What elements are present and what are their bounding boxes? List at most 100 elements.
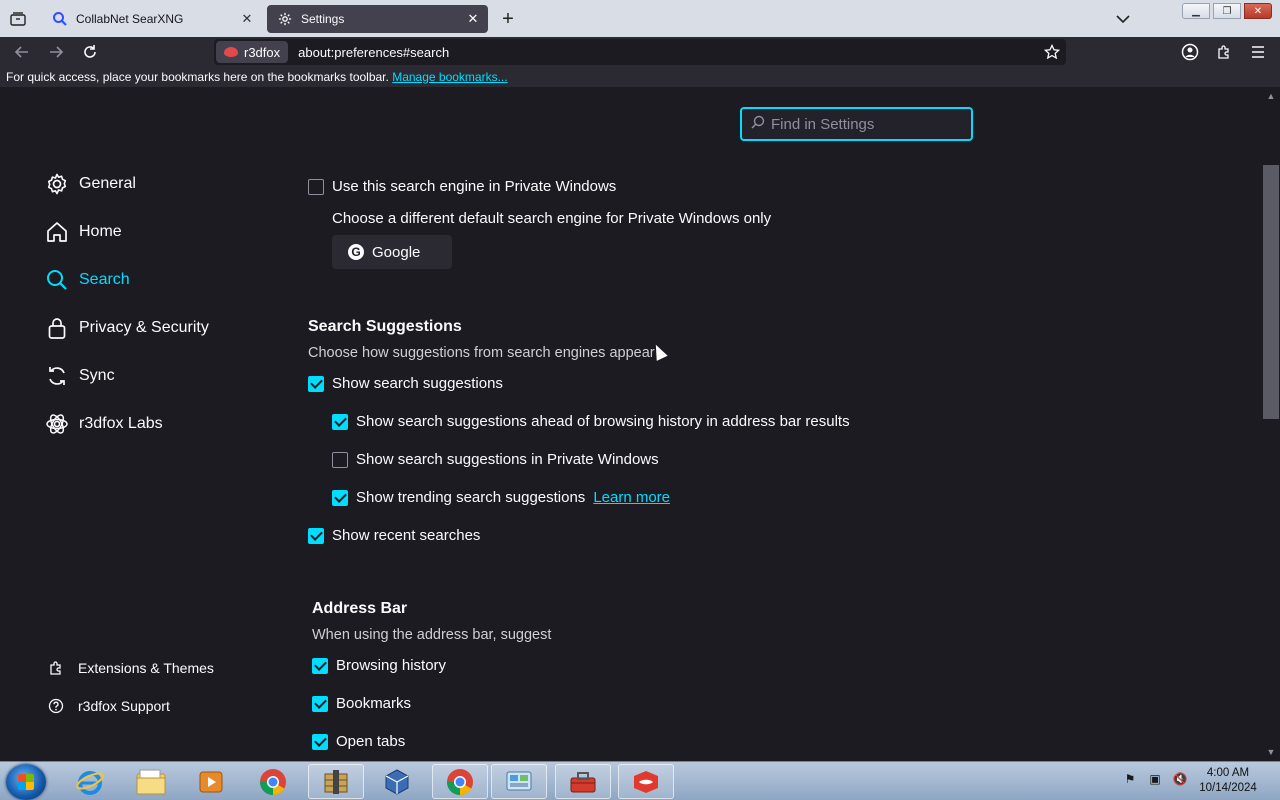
r3dfox-icon [634, 770, 658, 793]
open-tabs-label: Open tabs [336, 733, 406, 750]
taskbar-toolbox[interactable] [555, 764, 611, 799]
list-all-tabs-button[interactable] [1112, 8, 1134, 30]
suggestions-ahead-option[interactable]: Show search suggestions ahead of browsin… [332, 413, 850, 430]
category-labs[interactable]: r3dfox Labs [44, 406, 163, 442]
taskbar-control-panel[interactable] [491, 764, 547, 799]
show-suggestions-option[interactable]: Show search suggestions [308, 375, 503, 392]
taskbar-virtualbox[interactable] [369, 764, 425, 799]
close-window-button[interactable]: ✕ [1244, 3, 1272, 19]
identity-box[interactable]: r3dfox [216, 41, 289, 63]
manage-bookmarks-link[interactable]: Manage bookmarks... [392, 70, 507, 84]
network-icon[interactable]: ▣ [1146, 770, 1164, 788]
engine-name: Google [372, 243, 421, 261]
extensions-button[interactable] [1212, 40, 1236, 64]
start-button[interactable] [6, 764, 46, 800]
private-engine-description: Choose a different default search engine… [332, 210, 772, 227]
taskbar-chrome-window[interactable] [432, 764, 488, 799]
system-clock[interactable]: 4:00 AM 10/14/2024 [1196, 766, 1260, 796]
category-sync[interactable]: Sync [44, 358, 115, 394]
url-text[interactable]: about:preferences#search [298, 45, 449, 60]
taskbar-internet-explorer[interactable] [62, 764, 118, 799]
action-center-flag-icon[interactable]: ⚑ [1121, 770, 1139, 788]
settings-page: General Home Search Privacy & Security S… [0, 87, 1280, 761]
open-tabs-option[interactable]: Open tabs [312, 733, 405, 750]
private-engine-checkbox[interactable] [308, 178, 324, 195]
bookmarks-option[interactable]: Bookmarks [312, 695, 411, 712]
toolbox-icon [570, 771, 596, 792]
taskbar-file-explorer[interactable] [123, 764, 179, 799]
gear-icon [277, 11, 293, 27]
virtualbox-icon [385, 768, 409, 795]
browsing-history-option[interactable]: Browsing history [312, 657, 446, 674]
puzzle-icon [46, 658, 66, 678]
tab-searxng[interactable]: CollabNet SearXNG ✕ [42, 5, 262, 33]
tab-list-button[interactable] [6, 8, 30, 30]
find-in-settings[interactable] [740, 107, 973, 141]
scroll-up-icon[interactable]: ▲ [1266, 91, 1276, 101]
archive-icon [324, 769, 348, 794]
taskbar-archive[interactable] [308, 764, 364, 799]
close-icon[interactable]: ✕ [236, 8, 258, 30]
bookmarks-label: Bookmarks [336, 695, 412, 712]
recent-searches-option[interactable]: Show recent searches [308, 527, 480, 544]
taskbar-r3dfox[interactable] [618, 764, 674, 799]
account-button[interactable] [1178, 40, 1202, 64]
category-search[interactable]: Search [44, 262, 130, 298]
browsing-history-checkbox[interactable] [312, 657, 328, 674]
trending-suggestions-label: Show trending search suggestions [356, 489, 586, 506]
suggestions-ahead-checkbox[interactable] [332, 413, 348, 430]
new-tab-button[interactable]: + [497, 8, 519, 30]
close-icon[interactable]: ✕ [462, 8, 484, 30]
home-icon [44, 219, 70, 245]
extensions-themes-link[interactable]: Extensions & Themes [46, 656, 214, 680]
taskbar-chrome[interactable] [245, 764, 301, 799]
learn-more-link[interactable]: Learn more [593, 489, 670, 506]
open-tabs-checkbox[interactable] [312, 733, 328, 750]
tab-settings[interactable]: Settings ✕ [267, 5, 488, 33]
show-suggestions-checkbox[interactable] [308, 375, 324, 392]
chevron-down-icon [1116, 15, 1130, 24]
reload-button[interactable] [78, 40, 102, 64]
clock-time: 4:00 AM [1206, 767, 1250, 779]
suggestions-private-option[interactable]: Show search suggestions in Private Windo… [332, 451, 659, 468]
find-in-settings-input[interactable] [771, 115, 961, 133]
file-explorer-icon [136, 769, 166, 794]
address-bar-heading: Address Bar [312, 600, 408, 617]
scroll-down-icon[interactable]: ▼ [1266, 747, 1276, 757]
minimize-button[interactable]: ▁ [1182, 3, 1210, 19]
category-home[interactable]: Home [44, 214, 122, 250]
category-label: r3dfox Labs [79, 415, 163, 432]
category-general[interactable]: General [44, 166, 136, 202]
restore-button[interactable]: ❐ [1213, 3, 1241, 19]
url-bar[interactable]: r3dfox about:preferences#search [214, 39, 1066, 65]
recent-searches-label: Show recent searches [332, 527, 481, 544]
scroll-thumb[interactable] [1263, 165, 1279, 419]
r3dfox-logo-icon [224, 47, 238, 57]
address-bar-description: When using the address bar, suggest [312, 627, 552, 643]
support-link[interactable]: r3dfox Support [46, 694, 170, 718]
search-suggestions-heading: Search Suggestions [308, 318, 462, 335]
search-suggestions-description: Choose how suggestions from search engin… [308, 345, 655, 361]
volume-muted-icon[interactable]: 🔇 [1171, 770, 1189, 788]
scrollbar[interactable]: ▲ ▼ [1262, 87, 1280, 761]
bookmark-star-button[interactable] [1041, 41, 1063, 63]
taskbar-media-player[interactable] [184, 764, 240, 799]
bookmarks-checkbox[interactable] [312, 695, 328, 712]
bookmarks-hint: For quick access, place your bookmarks h… [6, 70, 389, 84]
recent-searches-checkbox[interactable] [308, 527, 324, 544]
back-button[interactable] [10, 40, 34, 64]
trending-suggestions-checkbox[interactable] [332, 489, 348, 506]
category-privacy-security[interactable]: Privacy & Security [44, 310, 209, 346]
taskbar: ⚑ ▣ 🔇 4:00 AM 10/14/2024 [0, 761, 1280, 800]
forward-button[interactable] [44, 40, 68, 64]
suggestions-private-checkbox[interactable] [332, 451, 348, 468]
private-engine-option[interactable]: Use this search engine in Private Window… [308, 178, 616, 195]
app-menu-button[interactable] [1246, 40, 1270, 64]
control-panel-icon [506, 771, 532, 790]
lock-icon [44, 315, 70, 341]
private-engine-select[interactable]: G Google [332, 235, 452, 269]
tab-strip: CollabNet SearXNG ✕ Settings ✕ + ▁ ❐ ✕ [0, 0, 1280, 37]
trending-suggestions-option[interactable]: Show trending search suggestions Learn m… [332, 489, 670, 506]
category-label: General [79, 175, 136, 192]
category-label: Sync [79, 367, 115, 384]
